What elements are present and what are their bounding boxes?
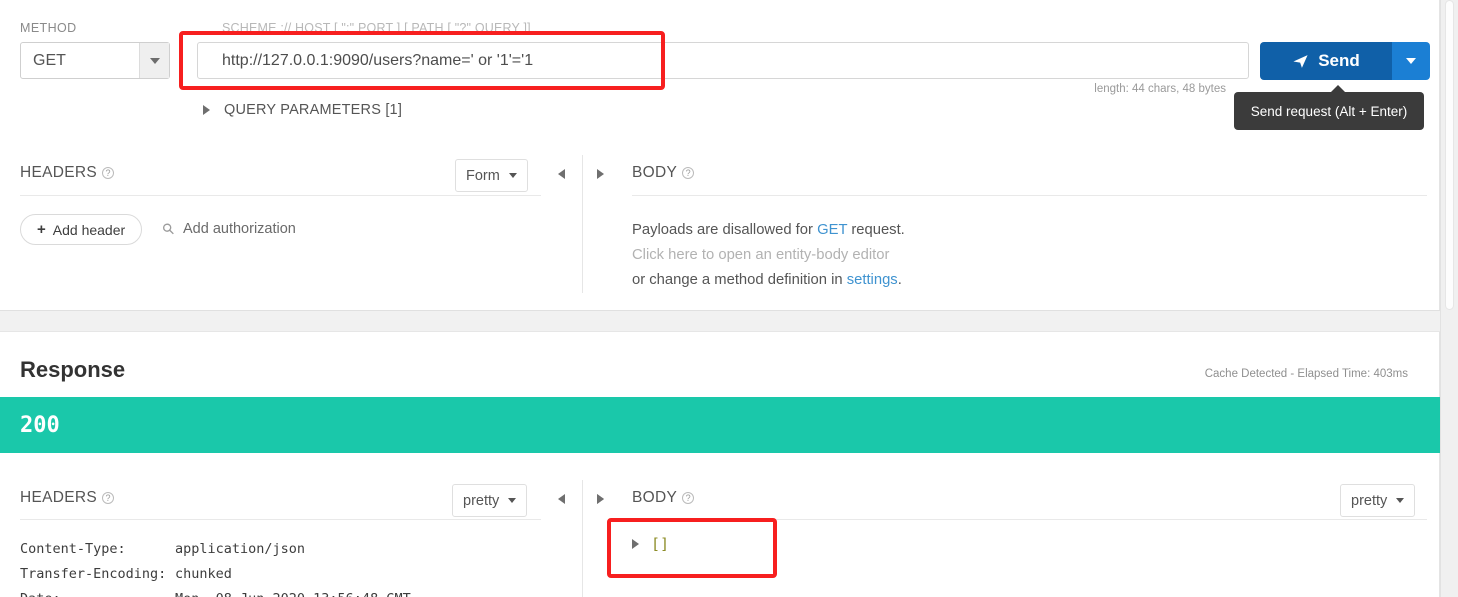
request-headers-title: HEADERS	[20, 164, 98, 181]
request-expand-right-icon[interactable]	[597, 169, 604, 179]
request-collapse-left-icon[interactable]	[558, 169, 565, 179]
question-mark-icon[interactable]: ?	[102, 492, 115, 504]
send-button[interactable]: Send	[1260, 42, 1430, 80]
body-line1-suffix: request.	[847, 222, 905, 238]
response-collapse-left-icon[interactable]	[558, 494, 565, 504]
response-status-bar: 200	[0, 397, 1440, 453]
response-body-title: BODY	[632, 489, 678, 506]
question-mark-icon[interactable]: ?	[682, 167, 695, 179]
body-line1-prefix: Payloads are disallowed for	[632, 222, 818, 238]
query-parameters-label: QUERY PARAMETERS [1]	[224, 102, 403, 118]
send-button-main[interactable]: Send	[1260, 42, 1392, 80]
response-headers-format-select[interactable]: pretty	[452, 484, 528, 517]
request-headers-underline	[20, 195, 541, 196]
add-authorization-label: Add authorization	[183, 221, 296, 237]
header-key: Date:	[20, 587, 175, 597]
response-json-root[interactable]: []	[632, 535, 669, 553]
json-expand-triangle-icon[interactable]	[632, 539, 639, 549]
response-meta: Cache Detected - Elapsed Time: 403ms	[1204, 368, 1408, 380]
response-panel: Response Cache Detected - Elapsed Time: …	[0, 332, 1440, 597]
response-headers-underline	[20, 519, 541, 520]
body-line3-suffix: .	[897, 272, 902, 288]
key-icon: ⚲	[158, 219, 179, 240]
body-line3-prefix: or change a method definition in	[632, 272, 847, 288]
request-headers-format-select[interactable]: Form	[455, 159, 528, 192]
json-value: []	[651, 535, 670, 553]
request-body-underline	[632, 195, 1427, 196]
send-button-label: Send	[1318, 51, 1360, 70]
page-scrollbar[interactable]	[1440, 0, 1458, 597]
response-headers-table: Content-Type: application/json Transfer-…	[20, 537, 411, 597]
panel-splitter[interactable]	[0, 310, 1440, 332]
method-select[interactable]: GET	[20, 42, 170, 79]
response-body-expand-icon[interactable]	[597, 494, 604, 504]
request-panel: METHOD SCHEME :// HOST [ ":" PORT ] [ PA…	[0, 0, 1440, 310]
request-body-title: BODY	[632, 164, 678, 181]
table-row: Date: Mon, 08 Jun 2020 13:56:48 GMT	[20, 587, 411, 597]
plus-icon: +	[37, 221, 46, 238]
query-parameters-toggle[interactable]: QUERY PARAMETERS [1]	[203, 102, 402, 118]
response-body-format-value: pretty	[1351, 492, 1388, 509]
question-mark-icon[interactable]: ?	[102, 167, 115, 179]
response-body-format-select[interactable]: pretty	[1340, 484, 1416, 517]
response-headers-format-value: pretty	[463, 492, 500, 509]
settings-link[interactable]: settings	[847, 272, 898, 288]
header-key: Content-Type:	[20, 541, 126, 557]
send-options-chevron-down-icon[interactable]	[1392, 42, 1430, 80]
response-body-title-row: BODY ?	[632, 489, 695, 507]
response-headers-title: HEADERS	[20, 489, 98, 506]
status-code: 200	[20, 412, 60, 438]
table-row: Content-Type: application/json	[20, 537, 411, 562]
header-key: Transfer-Encoding:	[20, 566, 167, 582]
request-headers-title-row: HEADERS ?	[20, 164, 115, 182]
url-length-note: length: 44 chars, 48 bytes	[1094, 83, 1226, 95]
method-value: GET	[33, 51, 66, 69]
header-value: chunked	[175, 566, 232, 582]
table-row: Transfer-Encoding: chunked	[20, 562, 411, 587]
paper-plane-icon	[1293, 54, 1308, 68]
request-body-message: Payloads are disallowed for GET request.…	[632, 218, 905, 293]
request-body-title-row: BODY ?	[632, 164, 695, 182]
body-message-line-1: Payloads are disallowed for GET request.	[632, 218, 905, 243]
add-header-button[interactable]: + Add header	[20, 214, 143, 245]
expand-triangle-icon	[203, 105, 210, 115]
url-hint-label: SCHEME :// HOST [ ":" PORT ] [ PATH [ "?…	[222, 21, 531, 35]
body-message-line-3: or change a method definition in setting…	[632, 268, 905, 293]
request-headers-format-value: Form	[466, 167, 500, 184]
page-scrollbar-thumb[interactable]	[1445, 0, 1454, 310]
request-column-divider	[582, 155, 583, 293]
method-label: METHOD	[20, 21, 77, 35]
header-value: application/json	[175, 541, 306, 557]
header-value: Mon, 08 Jun 2020 13:56:48 GMT	[175, 587, 411, 597]
response-title: Response	[20, 357, 126, 382]
get-link[interactable]: GET	[817, 222, 847, 238]
question-mark-icon[interactable]: ?	[682, 492, 695, 504]
send-tooltip: Send request (Alt + Enter)	[1234, 85, 1424, 130]
add-authorization-button[interactable]: ⚲ Add authorization	[159, 219, 296, 239]
response-body-underline	[632, 519, 1427, 520]
url-input[interactable]: http://127.0.0.1:9090/users?name=' or '1…	[197, 42, 1249, 79]
body-message-line-2[interactable]: Click here to open an entity-body editor	[632, 243, 905, 268]
response-headers-title-row: HEADERS ?	[20, 489, 115, 507]
method-chevron-down-icon[interactable]	[139, 43, 169, 78]
add-header-label: Add header	[52, 221, 126, 238]
response-column-divider	[582, 480, 583, 597]
rest-client-window: METHOD SCHEME :// HOST [ ":" PORT ] [ PA…	[0, 0, 1458, 597]
